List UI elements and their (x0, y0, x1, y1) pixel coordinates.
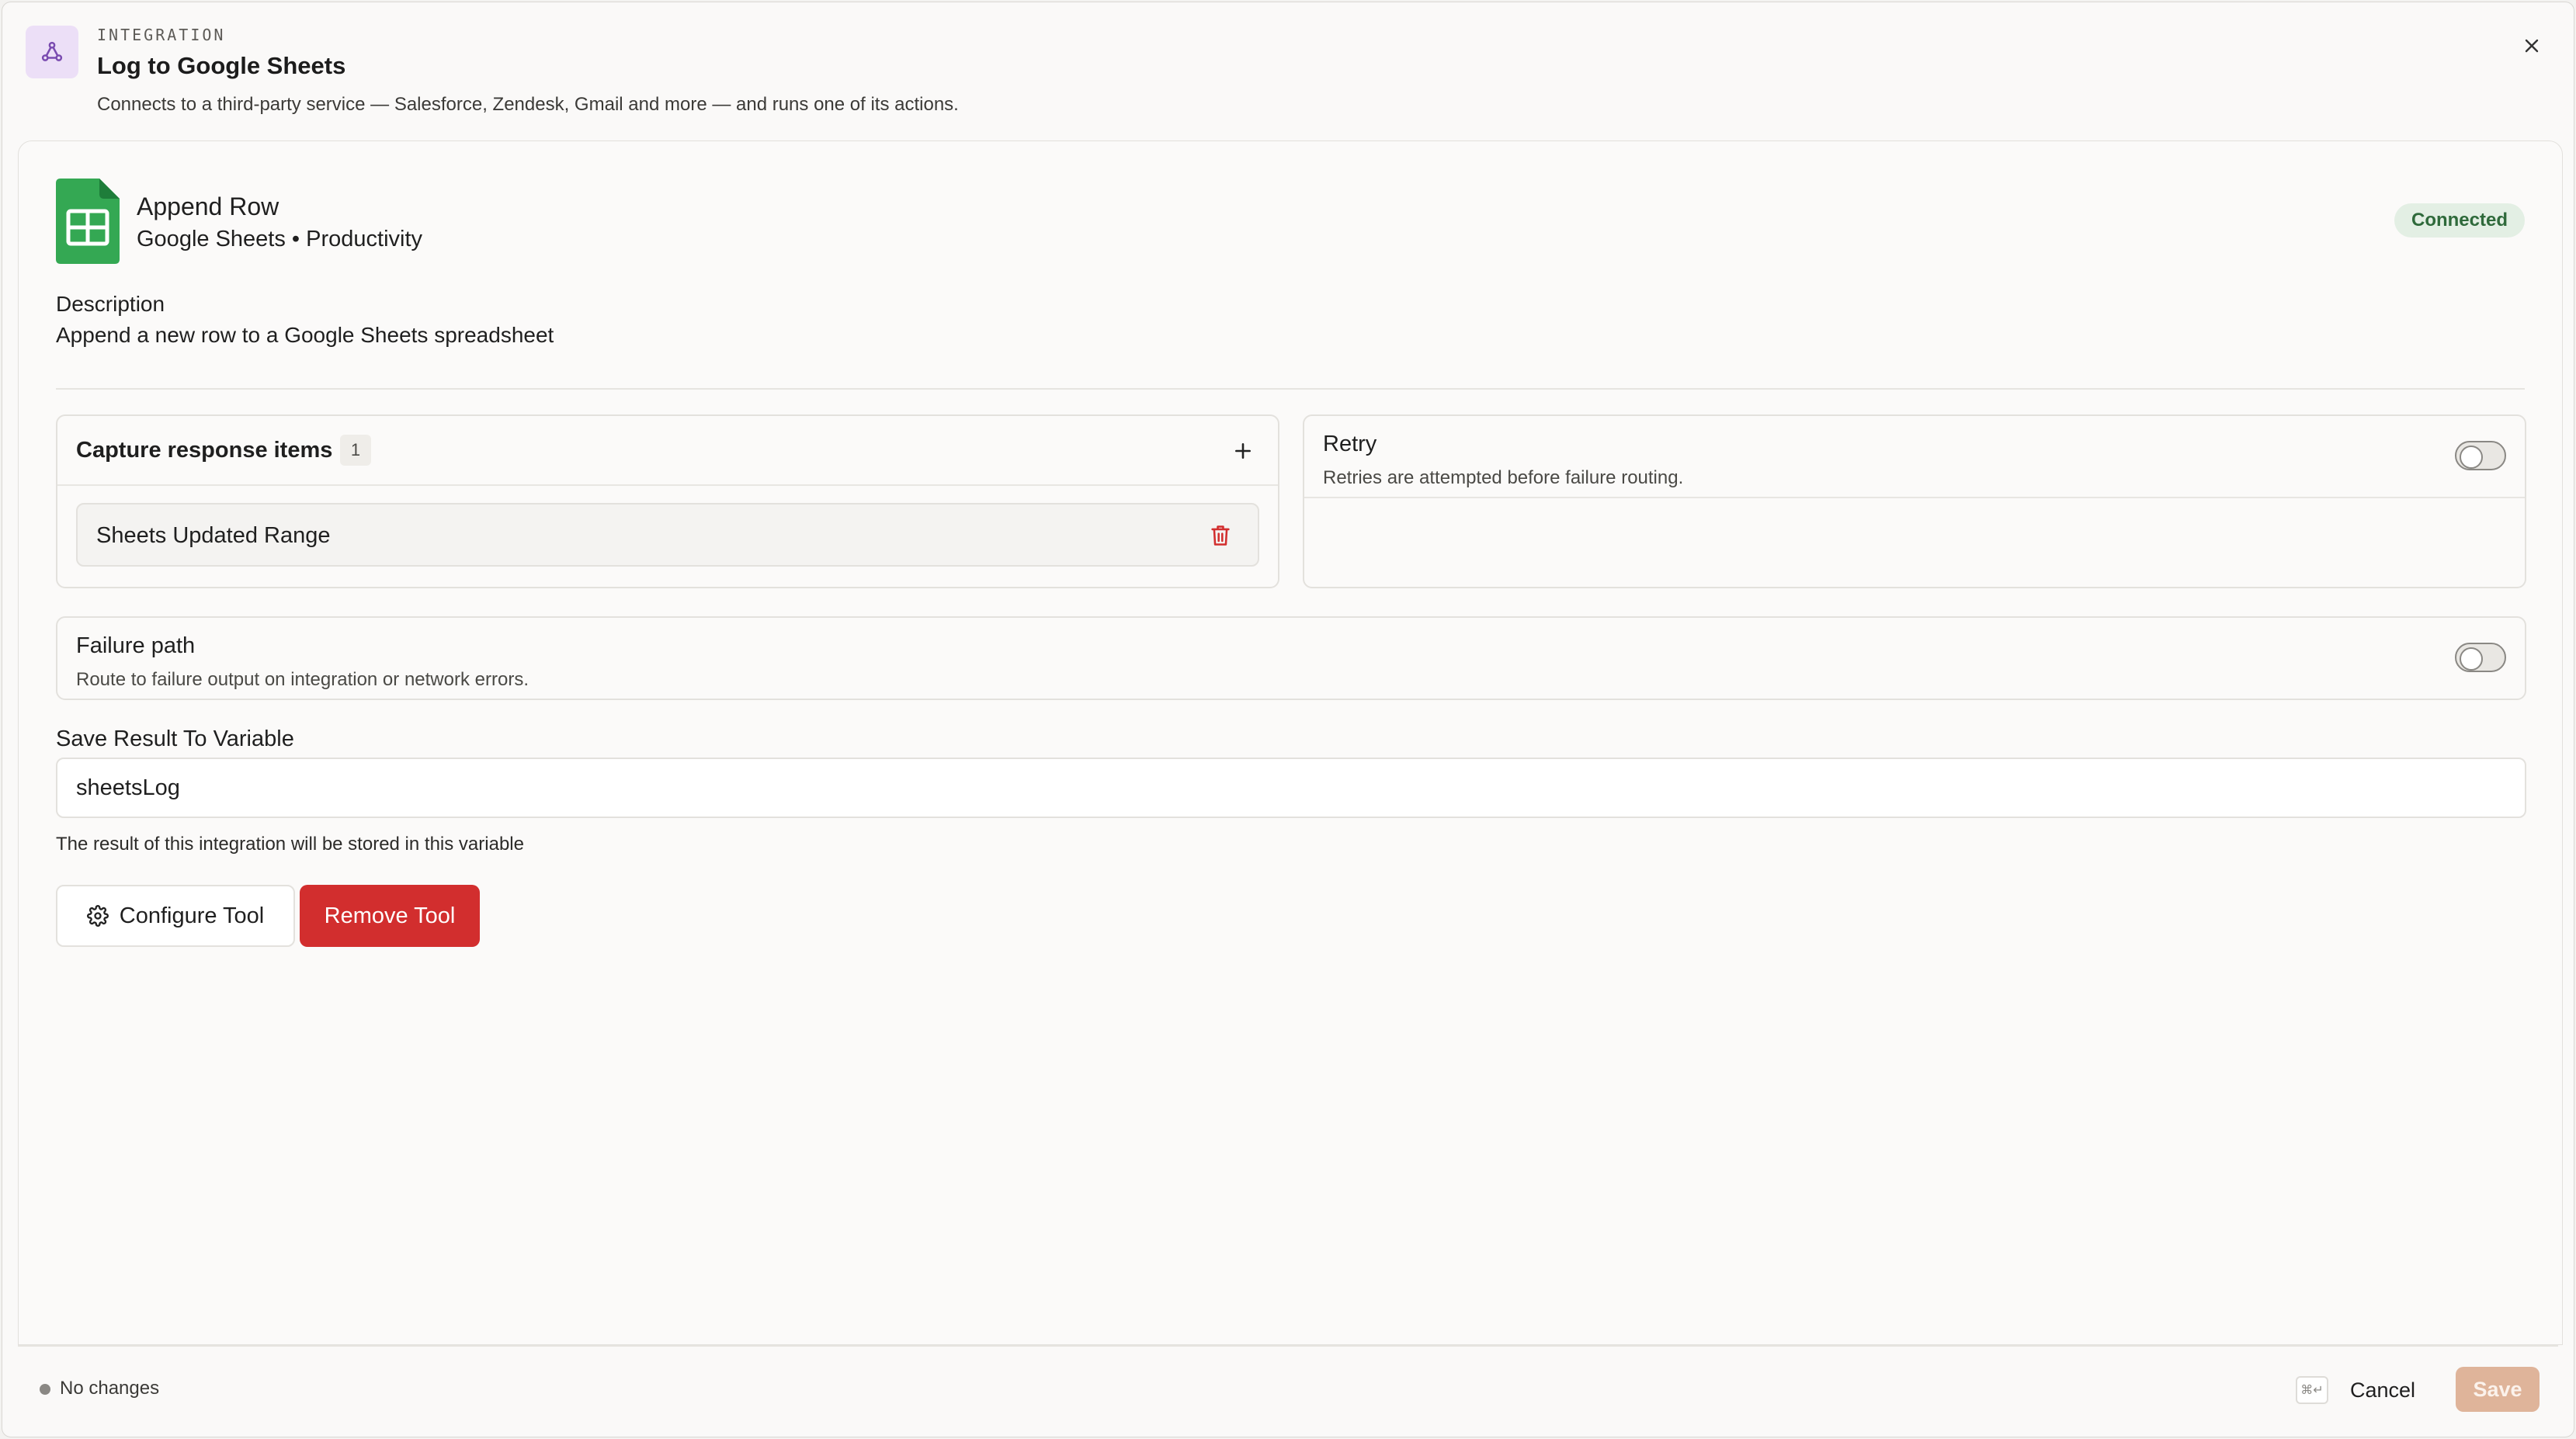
remove-tool-button[interactable]: Remove Tool (300, 885, 480, 947)
description-text: Append a new row to a Google Sheets spre… (56, 323, 554, 347)
retry-header: Retry Retries are attempted before failu… (1304, 416, 2525, 498)
dialog-footer: No changes ⌘↵ Cancel Save (18, 1345, 2558, 1426)
integration-dialog: INTEGRATION Log to Google Sheets Connect… (2, 2, 2574, 1437)
failure-path-toggle[interactable] (2455, 643, 2506, 672)
dialog-title: Log to Google Sheets (97, 52, 346, 79)
status-dot-icon (40, 1384, 50, 1395)
trash-icon (1211, 525, 1230, 546)
failure-path-card: Failure path Route to failure output on … (56, 616, 2526, 700)
retry-subtitle: Retries are attempted before failure rou… (1323, 467, 1684, 488)
integration-icon (26, 26, 78, 78)
save-variable-help: The result of this integration will be s… (56, 834, 524, 855)
dialog-body: Append Row Google Sheets • Productivity … (18, 140, 2563, 1345)
connection-status-badge: Connected (2394, 203, 2525, 238)
capture-response-title: Capture response items (76, 438, 333, 463)
close-button[interactable] (2516, 30, 2547, 61)
configure-tool-label: Configure Tool (119, 903, 265, 928)
capture-count-badge: 1 (340, 435, 371, 466)
delete-capture-item-button[interactable] (1205, 520, 1236, 551)
gear-icon (86, 905, 109, 927)
cancel-button[interactable]: Cancel (2338, 1370, 2428, 1410)
dialog-description: Connects to a third-party service — Sale… (97, 94, 959, 115)
tool-name: Append Row (137, 192, 279, 220)
save-variable-input[interactable] (56, 758, 2526, 818)
dialog-kicker: INTEGRATION (97, 26, 226, 44)
plus-icon (1235, 443, 1251, 459)
change-status-text: No changes (60, 1378, 160, 1399)
section-divider (56, 388, 2525, 390)
failure-path-title: Failure path (76, 633, 196, 658)
add-capture-item-button[interactable] (1227, 435, 1259, 467)
save-variable-label: Save Result To Variable (56, 726, 294, 751)
capture-response-card: Capture response items 1 Sheets Updated … (56, 414, 1279, 588)
failure-path-subtitle: Route to failure output on integration o… (76, 669, 529, 690)
configure-tool-button[interactable]: Configure Tool (56, 885, 295, 947)
tool-meta: Google Sheets • Productivity (137, 227, 423, 251)
save-button[interactable]: Save (2456, 1367, 2540, 1412)
google-sheets-icon (56, 179, 120, 264)
description-label: Description (56, 292, 165, 316)
capture-item[interactable]: Sheets Updated Range (76, 503, 1259, 567)
retry-card: Retry Retries are attempted before failu… (1303, 414, 2526, 588)
dialog-header: INTEGRATION Log to Google Sheets Connect… (2, 2, 2574, 139)
retry-title: Retry (1323, 432, 1377, 456)
close-icon (2525, 39, 2539, 53)
retry-toggle[interactable] (2455, 441, 2506, 470)
capture-response-header: Capture response items 1 (57, 416, 1278, 486)
keyboard-shortcut-hint: ⌘↵ (2296, 1376, 2328, 1404)
capture-item-label: Sheets Updated Range (96, 523, 331, 548)
